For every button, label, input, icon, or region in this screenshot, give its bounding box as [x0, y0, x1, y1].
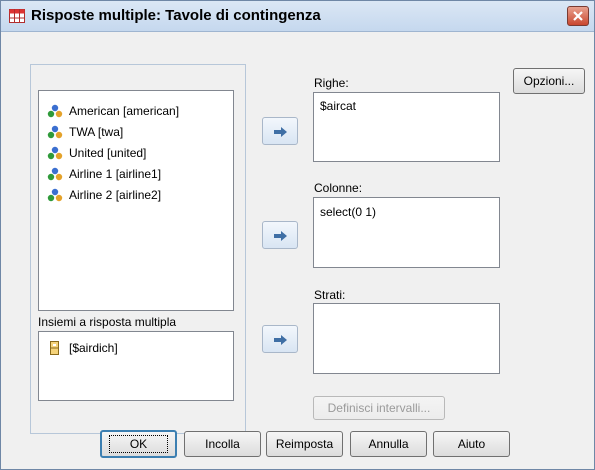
list-item-label: American [american] [69, 104, 180, 118]
arrow-right-icon [274, 231, 287, 241]
list-item-label: TWA [twa] [69, 125, 124, 139]
list-item-label: [$airdich] [69, 341, 118, 355]
scale-nominal-icon [47, 167, 63, 181]
layers-list[interactable] [313, 303, 500, 374]
list-item-label: Airline 1 [airline1] [69, 167, 162, 181]
list-item[interactable]: [$airdich] [47, 338, 118, 358]
help-button-label: Aiuto [457, 437, 486, 451]
list-item[interactable]: Airline 2 [airline2] [47, 185, 161, 205]
multiple-response-set-icon [47, 341, 63, 355]
multiple-sets-label: Insiemi a risposta multipla [38, 315, 177, 329]
options-button[interactable]: Opzioni... [513, 68, 585, 94]
cancel-button-label: Annulla [368, 437, 409, 451]
define-ranges-button: Definisci intervalli... [313, 396, 445, 420]
reset-button-label: Reimposta [275, 437, 334, 451]
list-item[interactable]: Airline 1 [airline1] [47, 164, 161, 184]
paste-button[interactable]: Incolla [184, 431, 261, 457]
list-item[interactable]: TWA [twa] [47, 122, 123, 142]
columns-list[interactable]: select(0 1) [313, 197, 500, 268]
variable-list[interactable]: American [american] TWA [twa] United [un… [38, 90, 234, 311]
scale-nominal-icon [47, 188, 63, 202]
help-button[interactable]: Aiuto [433, 431, 510, 457]
ok-button-label: OK [108, 435, 169, 453]
list-item[interactable]: American [american] [47, 101, 179, 121]
arrow-right-icon [274, 127, 287, 137]
ok-button[interactable]: OK [100, 430, 177, 458]
list-item[interactable]: United [united] [47, 143, 146, 163]
reset-button[interactable]: Reimposta [266, 431, 343, 457]
paste-button-label: Incolla [205, 437, 240, 451]
window-title: Risposte multiple: Tavole di contingenza [31, 7, 321, 24]
title-bar: Risposte multiple: Tavole di contingenza [1, 1, 594, 32]
scale-nominal-icon [47, 104, 63, 118]
dialog-body: American [american] TWA [twa] United [un… [1, 32, 594, 469]
rows-item[interactable]: $aircat [320, 99, 356, 113]
define-ranges-label: Definisci intervalli... [327, 401, 431, 415]
multiple-sets-list[interactable]: [$airdich] [38, 331, 234, 401]
move-to-layers-button[interactable] [262, 325, 298, 353]
rows-list[interactable]: $aircat [313, 92, 500, 162]
rows-label: Righe: [314, 76, 349, 90]
close-button[interactable] [567, 6, 589, 26]
options-button-label: Opzioni... [523, 74, 575, 88]
dialog-window: Risposte multiple: Tavole di contingenza… [0, 0, 595, 470]
scale-nominal-icon [47, 125, 63, 139]
cancel-button[interactable]: Annulla [350, 431, 427, 457]
arrow-right-icon [274, 335, 287, 345]
columns-label: Colonne: [314, 181, 363, 195]
move-to-columns-button[interactable] [262, 221, 298, 249]
table-app-icon [9, 9, 25, 23]
columns-item[interactable]: select(0 1) [320, 205, 376, 219]
move-to-rows-button[interactable] [262, 117, 298, 145]
list-item-label: Airline 2 [airline2] [69, 188, 162, 202]
list-item-label: United [united] [69, 146, 147, 160]
scale-nominal-icon [47, 146, 63, 160]
close-icon [573, 11, 583, 21]
layers-label: Strati: [314, 288, 346, 302]
